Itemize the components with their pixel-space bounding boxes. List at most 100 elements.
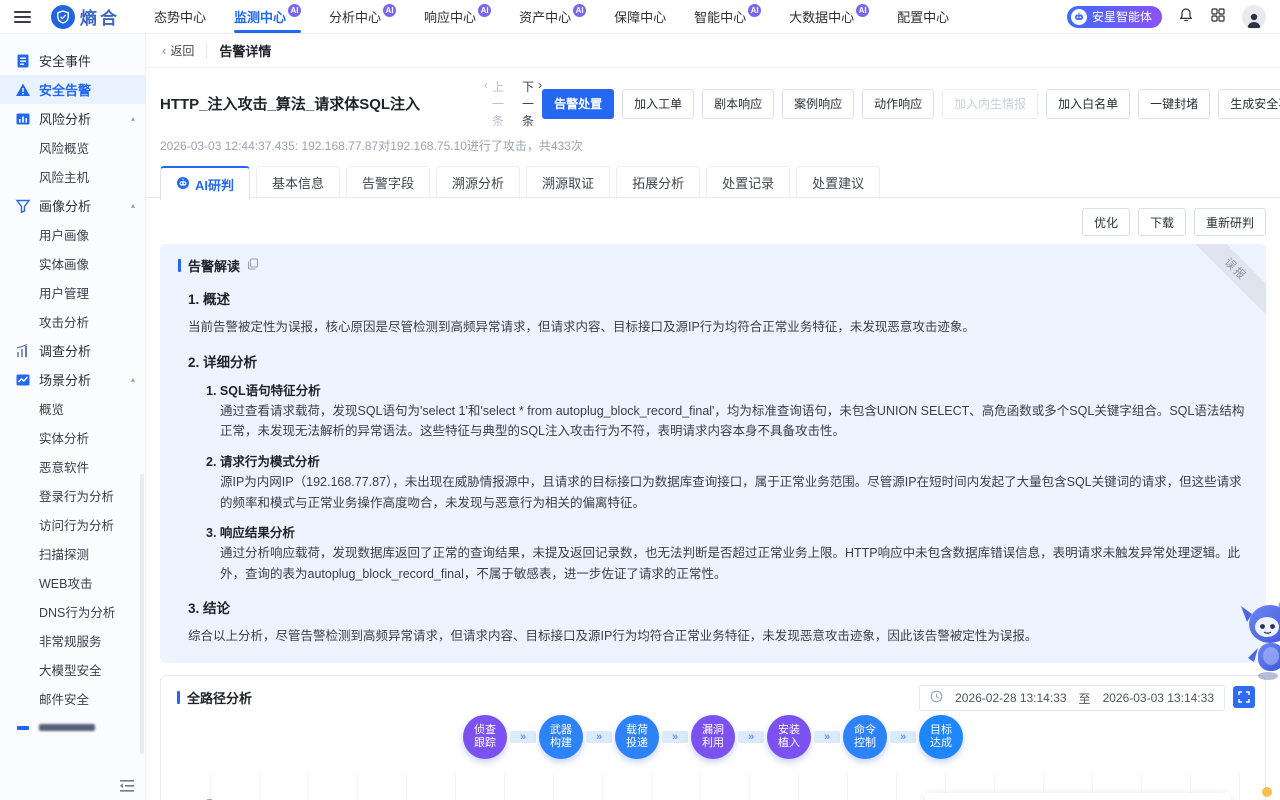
copy-icon[interactable] <box>247 258 259 273</box>
investigation-chart-icon <box>15 343 31 359</box>
sidebar-group-scenario-analysis[interactable]: 场景分析 ▴ <box>0 365 145 394</box>
interpretation-title: 告警解读 <box>188 256 240 275</box>
back-arrow-icon: ‹ <box>162 43 166 58</box>
collapse-arrow-icon: ▴ <box>131 375 135 384</box>
nav-intelligence-center[interactable]: 智能中心AI <box>694 0 761 33</box>
collapse-arrow-icon: ▴ <box>131 114 135 123</box>
notification-bell-icon[interactable] <box>1178 7 1194 26</box>
sidebar-item-dns-behavior[interactable]: DNS行为分析 <box>0 597 145 626</box>
nav-bigdata-center[interactable]: 大数据中心AI <box>789 0 869 33</box>
optimize-button[interactable]: 优化 <box>1082 208 1130 236</box>
ai-agent-button[interactable]: 安星智能体 <box>1067 6 1162 28</box>
sidebar-scrollbar[interactable] <box>140 474 144 754</box>
sidebar-item-overview[interactable]: 概览 <box>0 394 145 423</box>
main-content: ‹ 返回 告警详情 HTTP_注入攻击_算法_请求体SQL注入 ‹上一条 下一条… <box>146 34 1280 800</box>
full-path-title: 全路径分析 <box>187 688 252 707</box>
sidebar-item-attack-analysis[interactable]: 攻击分析 <box>0 307 145 336</box>
sidebar-item-entity-analysis[interactable]: 实体分析 <box>0 423 145 452</box>
sidebar-group-risk-analysis[interactable]: 风险分析 ▴ <box>0 104 145 133</box>
nav-monitor-center[interactable]: 监测中心AI <box>234 0 301 33</box>
nav-response-center[interactable]: 响应中心AI <box>424 0 491 33</box>
tab-extended-analysis[interactable]: 拓展分析 <box>616 166 700 197</box>
back-button[interactable]: ‹ 返回 <box>162 42 194 59</box>
sidebar-item-unusual-services[interactable]: 非常规服务 <box>0 626 145 655</box>
tab-alert-fields[interactable]: 告警字段 <box>346 166 430 197</box>
nav-analysis-center[interactable]: 分析中心AI <box>329 0 396 33</box>
alert-title: HTTP_注入攻击_算法_请求体SQL注入 <box>160 93 420 114</box>
nav-situation-center[interactable]: 态势中心 <box>154 0 206 33</box>
risk-analysis-icon <box>15 111 31 127</box>
sidebar-item-scan-detection[interactable]: 扫描探测 <box>0 539 145 568</box>
tab-ai-analysis[interactable]: AI研判 <box>160 166 250 200</box>
action-response-button[interactable]: 动作响应 <box>862 89 934 119</box>
tab-handling-advice[interactable]: 处置建议 <box>796 166 880 197</box>
sidebar-item-risk-overview[interactable]: 风险概览 <box>0 133 145 162</box>
chain-chevron-icon: » <box>662 731 688 743</box>
assistant-mascot[interactable] <box>1238 598 1280 693</box>
killchain-stage-exploit: 漏洞利用 <box>691 715 735 759</box>
chain-chevron-icon: » <box>890 731 916 743</box>
detail-item: 1. SQL语句特征分析 通过查看请求载荷，发现SQL语句为'select 1'… <box>206 380 1248 442</box>
section-conclusion-text: 综合以上分析，尽管告警检测到高频异常请求，但请求内容、目标接口及源IP行为均符合… <box>188 626 1248 647</box>
sidebar-item-security-alerts[interactable]: 安全告警 <box>0 75 145 104</box>
sidebar-item-web-attack[interactable]: WEB攻击 <box>0 568 145 597</box>
alert-interpretation-panel: 误报 告警解读 1. 概述 当前告警被定性为误报，核心原因是尽管检测到高频异常请… <box>160 244 1266 663</box>
primary-nav: 态势中心 监测中心AI 分析中心AI 响应中心AI 资产中心AI 保障中心 智能… <box>154 0 949 33</box>
killchain-stage-delivery: 载荷投递 <box>615 715 659 759</box>
date-separator: 至 <box>1079 690 1091 707</box>
hamburger-menu-icon[interactable] <box>14 11 31 23</box>
nav-asset-center[interactable]: 资产中心AI <box>519 0 586 33</box>
date-range-picker[interactable]: 2026-02-28 13:14:33 至 2026-03-03 13:14:3… <box>919 685 1225 711</box>
topbar-right: 安星智能体 <box>1067 5 1266 29</box>
full-path-panel: 全路径分析 2026-02-28 13:14:33 至 2026-03-03 1… <box>160 675 1266 800</box>
sidebar-item-redacted[interactable] <box>0 713 145 742</box>
sidebar-item-llm-security[interactable]: 大模型安全 <box>0 655 145 684</box>
killchain-stage-objective: 目标达成 <box>919 715 963 759</box>
playbook-response-button[interactable]: 剧本响应 <box>702 89 774 119</box>
detail-item: 2. 请求行为模式分析 源IP为内网IP（192.168.77.87），未出现在… <box>206 451 1248 513</box>
sidebar-item-login-behavior[interactable]: 登录行为分析 <box>0 481 145 510</box>
ai-badge-icon: AI <box>573 4 586 17</box>
section-overview-text: 当前告警被定性为误报，核心原因是尽管检测到高频异常请求，但请求内容、目标接口及源… <box>188 317 1248 338</box>
add-whitelist-button[interactable]: 加入白名单 <box>1046 89 1130 119</box>
create-incident-button[interactable]: 生成安全事件 <box>1218 89 1280 119</box>
detail-item: 3. 响应结果分析 通过分析响应载荷，发现数据库返回了正常的查询结果，未提及返回… <box>206 522 1248 584</box>
download-button[interactable]: 下载 <box>1138 208 1186 236</box>
prev-alert-button[interactable]: ‹上一条 <box>484 78 504 129</box>
sidebar-collapse-icon[interactable] <box>119 779 135 793</box>
add-ticket-button[interactable]: 加入工单 <box>622 89 694 119</box>
sidebar-item-email-security[interactable]: 邮件安全 <box>0 684 145 713</box>
ai-badge-icon: AI <box>748 4 761 17</box>
tab-basic-info[interactable]: 基本信息 <box>256 166 340 197</box>
tab-trace-forensics[interactable]: 溯源取证 <box>526 166 610 197</box>
next-alert-button[interactable]: 下一条› <box>522 78 542 129</box>
killchain-stage-recon: 侦查跟踪 <box>463 715 507 759</box>
nav-config-center[interactable]: 配置中心 <box>897 0 949 33</box>
shield-logo-icon <box>51 5 75 29</box>
handle-alert-button[interactable]: 告警处置 <box>542 89 614 119</box>
add-internal-intel-button: 加入内生情报 <box>942 89 1038 119</box>
breadcrumb: ‹ 返回 告警详情 <box>146 34 1280 68</box>
sidebar-item-risk-hosts[interactable]: 风险主机 <box>0 162 145 191</box>
sidebar-item-access-behavior[interactable]: 访问行为分析 <box>0 510 145 539</box>
one-click-block-button[interactable]: 一键封堵 <box>1138 89 1210 119</box>
ai-badge-icon: AI <box>856 4 869 17</box>
sidebar-item-entity-profile[interactable]: 实体画像 <box>0 249 145 278</box>
section-detail-title: 2. 详细分析 <box>188 351 1248 371</box>
user-avatar[interactable] <box>1242 5 1266 29</box>
chain-chevron-icon: » <box>586 731 612 743</box>
event-list-icon <box>15 53 31 69</box>
tab-trace-analysis[interactable]: 溯源分析 <box>436 166 520 197</box>
rerun-analysis-button[interactable]: 重新研判 <box>1194 208 1266 236</box>
app-logo[interactable]: 熵合 <box>51 4 120 29</box>
sidebar-item-user-profile[interactable]: 用户画像 <box>0 220 145 249</box>
app-grid-icon[interactable] <box>1210 7 1226 26</box>
sidebar-item-security-events[interactable]: 安全事件 <box>0 46 145 75</box>
sidebar-item-malware[interactable]: 恶意软件 <box>0 452 145 481</box>
sidebar-item-investigation[interactable]: 调查分析 <box>0 336 145 365</box>
nav-assurance-center[interactable]: 保障中心 <box>614 0 666 33</box>
sidebar-item-user-management[interactable]: 用户管理 <box>0 278 145 307</box>
tab-handling-records[interactable]: 处置记录 <box>706 166 790 197</box>
case-response-button[interactable]: 案例响应 <box>782 89 854 119</box>
sidebar-group-profile-analysis[interactable]: 画像分析 ▴ <box>0 191 145 220</box>
